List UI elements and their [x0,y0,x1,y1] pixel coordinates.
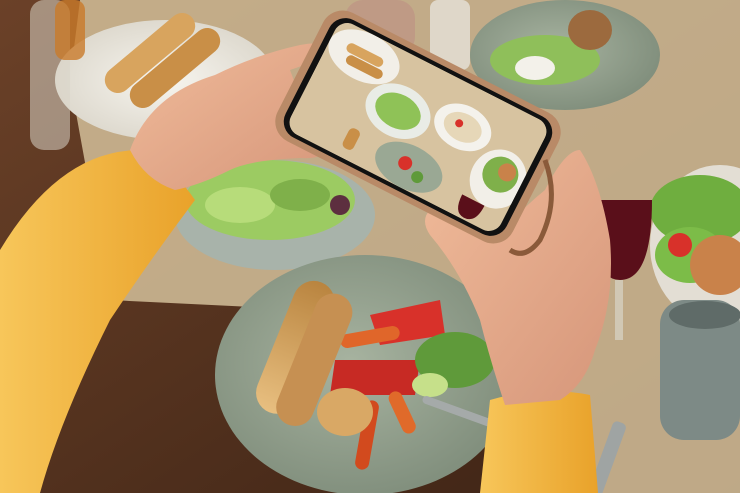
food-photo-scene [0,0,740,493]
yellow-sleeve-right [480,391,598,493]
wine-glass-stem [615,280,623,340]
oil-bottle [55,0,85,60]
mug-rim [669,301,740,329]
photo-illustration [0,0,740,493]
